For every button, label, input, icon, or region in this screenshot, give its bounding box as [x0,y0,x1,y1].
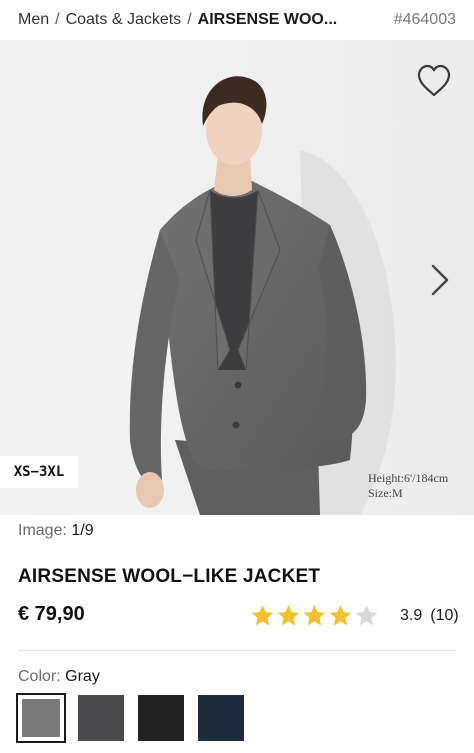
breadcrumb: Men / Coats & Jackets / AIRSENSE WOO... [18,11,337,29]
color-swatches [16,693,258,743]
color-swatch[interactable] [16,693,66,743]
color-swatch[interactable] [198,695,244,741]
chevron-right-icon [431,264,449,296]
size-range-badge: XS−3XL [0,456,78,488]
star-icon [329,605,352,626]
next-image-button[interactable] [428,262,452,298]
product-rating[interactable]: 3.9 (10) [250,603,459,628]
selected-color: Gray [65,668,100,685]
image-counter: Image: 1/9 [18,522,94,540]
product-image-gallery[interactable]: XS−3XL Height:6'/184cm Size:M [0,40,474,515]
breadcrumb-item-coats-jackets[interactable]: Coats & Jackets [66,11,182,29]
review-count-link[interactable]: (10) [430,607,458,625]
color-swatch[interactable] [78,695,124,741]
breadcrumb-item-men[interactable]: Men [18,11,49,29]
color-swatch-fill [198,695,244,741]
heart-outline-icon [417,64,451,97]
color-selector-label: Color: Gray [18,668,100,686]
breadcrumb-bar: Men / Coats & Jackets / AIRSENSE WOO... … [0,0,474,40]
star-icon [277,605,300,626]
star-icon [355,605,378,626]
model-height: Height:6'/184cm [368,471,449,485]
model-info: Height:6'/184cm Size:M [368,471,448,501]
product-title: AIRSENSE WOOL−LIKE JACKET [18,566,321,587]
color-swatch-fill [22,699,60,737]
breadcrumb-item-current: AIRSENSE WOO... [197,11,338,28]
star-icon [303,605,326,626]
image-counter-value: 1/9 [71,522,94,539]
divider [18,650,456,651]
favorite-button[interactable] [416,64,452,98]
color-swatch[interactable] [138,695,184,741]
rating-value: 3.9 [400,606,423,624]
rating-stars [250,603,380,628]
breadcrumb-separator: / [187,11,192,28]
image-counter-label: Image: [18,522,67,539]
product-price: € 79,90 [18,603,85,625]
color-swatch-fill [78,695,124,741]
color-swatch-fill [138,695,184,741]
color-label: Color: [18,668,61,685]
breadcrumb-separator: / [55,11,60,28]
model-size: Size:M [368,486,403,500]
product-photo [0,40,474,515]
product-id: #464003 [393,11,456,28]
star-icon [251,605,274,626]
